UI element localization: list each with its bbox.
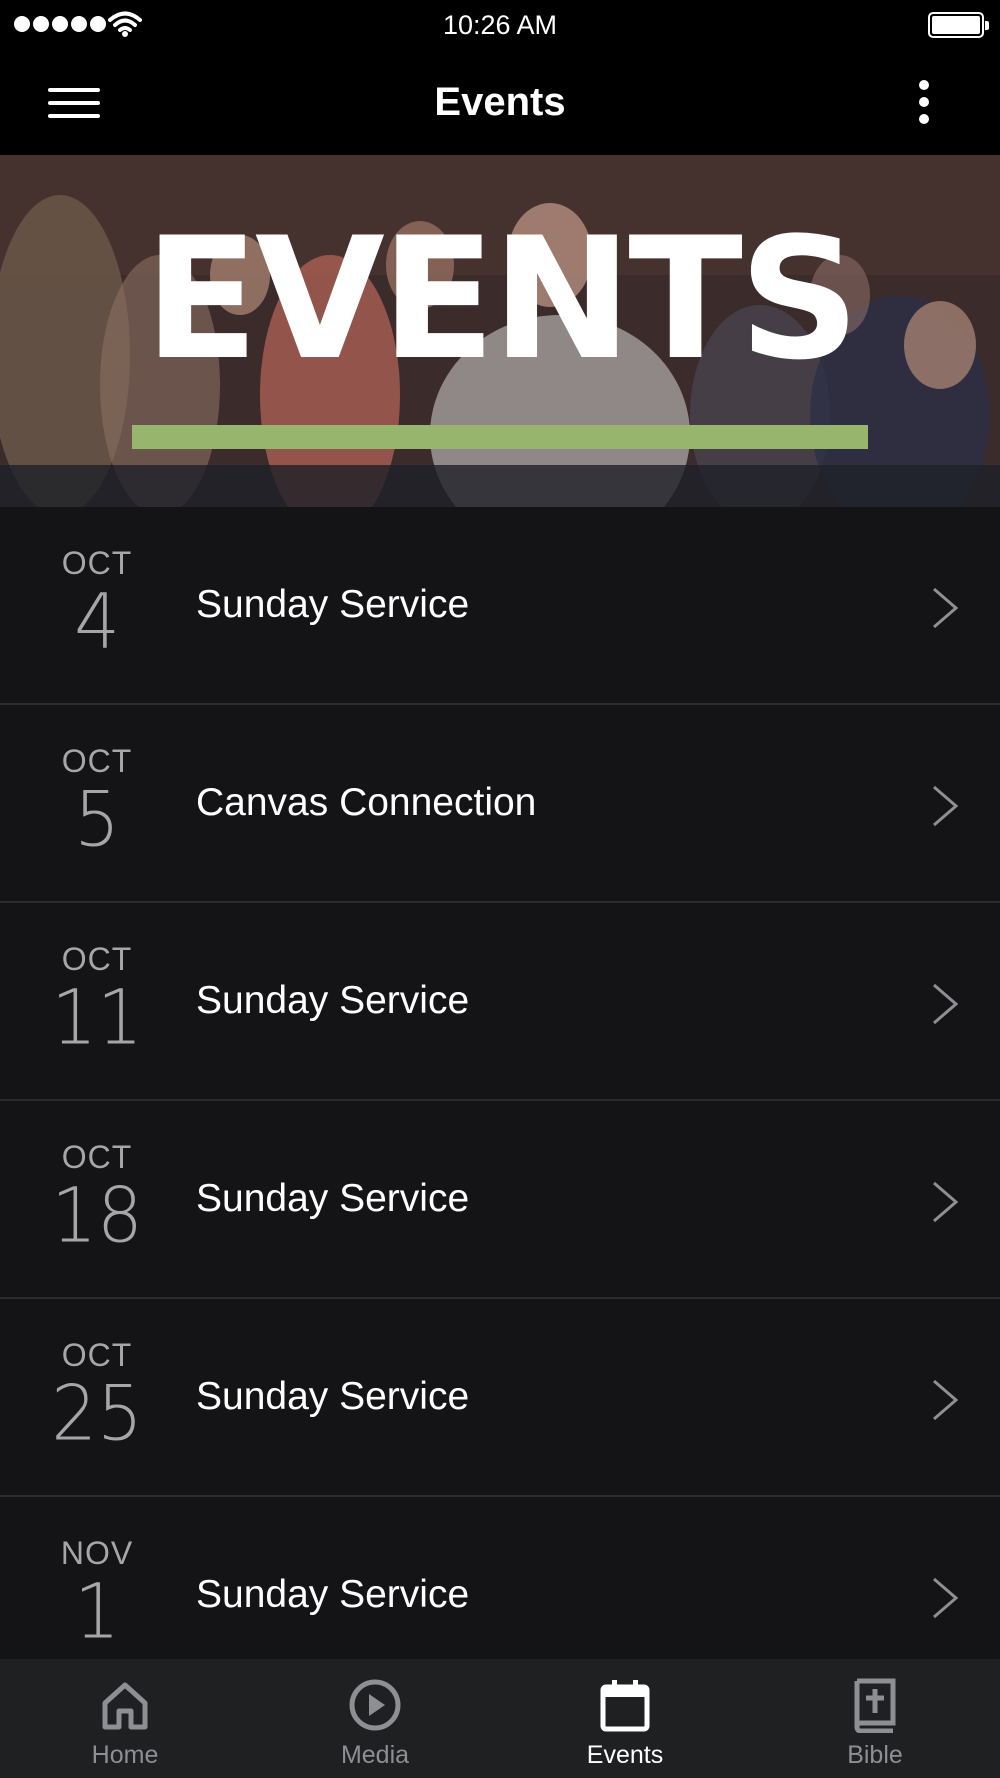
- events-list: OCT 4 Sunday Service OCT 5 Canvas Connec…: [0, 507, 1000, 1659]
- chevron-right-icon: [933, 983, 959, 1025]
- tab-label: Media: [340, 1741, 410, 1769]
- tab-home[interactable]: Home: [0, 1659, 250, 1778]
- event-title: Canvas Connection: [196, 781, 537, 824]
- play-circle-icon: [349, 1679, 401, 1731]
- event-day: 25: [51, 1368, 143, 1458]
- more-vertical-icon: [919, 80, 929, 90]
- calendar-icon: [600, 1680, 650, 1732]
- battery-icon: [928, 12, 989, 38]
- event-day: 1: [74, 1566, 120, 1656]
- tab-label: Bible: [847, 1741, 903, 1769]
- more-options-button[interactable]: [900, 74, 948, 130]
- event-title: Sunday Service: [196, 979, 470, 1022]
- event-list-item[interactable]: NOV 1 Sunday Service: [0, 1497, 1000, 1659]
- event-list-item[interactable]: OCT 25 Sunday Service: [0, 1299, 1000, 1497]
- status-bar: 10:26 AM: [0, 0, 1000, 50]
- chevron-right-icon: [933, 1181, 959, 1223]
- chevron-right-icon: [933, 1577, 959, 1619]
- page-title: Events: [434, 80, 566, 124]
- event-title: Sunday Service: [196, 1375, 470, 1418]
- tab-events[interactable]: Events: [500, 1659, 750, 1778]
- tab-bible[interactable]: Bible: [750, 1659, 1000, 1778]
- event-list-item[interactable]: OCT 4 Sunday Service: [0, 507, 1000, 705]
- bible-icon: [854, 1678, 896, 1733]
- event-title: Sunday Service: [196, 583, 470, 626]
- navigation-bar: Events: [0, 50, 1000, 155]
- chevron-right-icon: [933, 785, 959, 827]
- events-banner-image: EVENTS: [0, 155, 1000, 507]
- banner-heading: EVENTS: [144, 201, 860, 397]
- event-day: 4: [74, 576, 120, 666]
- event-list-item[interactable]: OCT 11 Sunday Service: [0, 903, 1000, 1101]
- event-title: Sunday Service: [196, 1177, 470, 1220]
- tab-label: Events: [586, 1741, 664, 1769]
- event-day: 18: [51, 1170, 143, 1260]
- event-day: 11: [51, 972, 143, 1062]
- tab-label: Home: [91, 1741, 159, 1769]
- banner-accent-bar: [132, 425, 868, 449]
- event-list-item[interactable]: OCT 5 Canvas Connection: [0, 705, 1000, 903]
- chevron-right-icon: [933, 587, 959, 629]
- event-title: Sunday Service: [196, 1573, 470, 1616]
- event-day: 5: [74, 774, 120, 864]
- tab-media[interactable]: Media: [250, 1659, 500, 1778]
- bottom-tab-bar: Home Media Events Bible: [0, 1659, 1000, 1778]
- chevron-right-icon: [933, 1379, 959, 1421]
- status-time: 10:26 AM: [442, 10, 558, 40]
- home-icon: [102, 1682, 148, 1730]
- event-list-item[interactable]: OCT 18 Sunday Service: [0, 1101, 1000, 1299]
